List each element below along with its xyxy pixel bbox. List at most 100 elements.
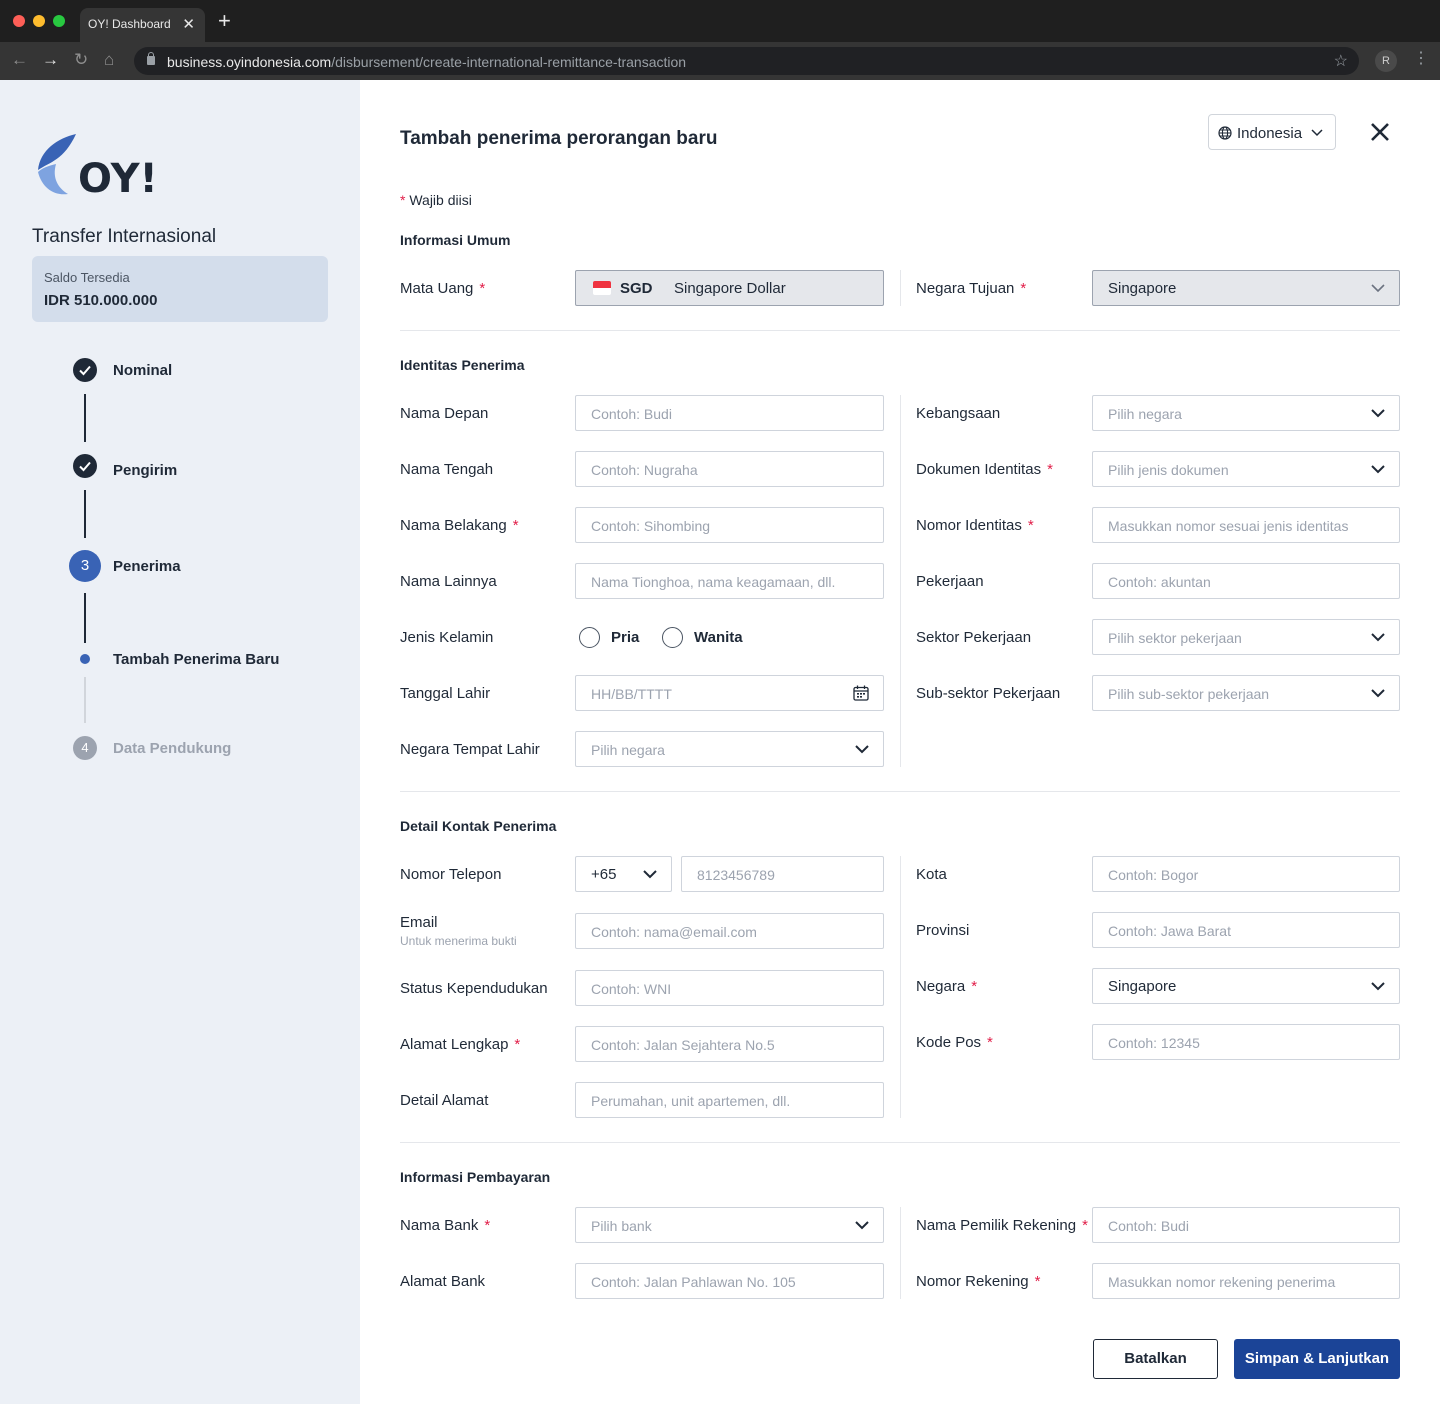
phone-number-input[interactable]: 8123456789 [681, 856, 884, 892]
new-tab-icon[interactable]: + [218, 10, 231, 32]
step-data-pendukung[interactable]: Data Pendukung [113, 740, 231, 757]
column-divider [900, 270, 901, 306]
tab-title: OY! Dashboard [88, 17, 171, 31]
country-label: Negara * [916, 978, 978, 995]
first-name-input[interactable]: Contoh: Budi [575, 395, 884, 431]
currency-field: SGD Singapore Dollar [575, 270, 884, 306]
chevron-down-icon [1311, 129, 1323, 137]
step-penerima[interactable]: Penerima [113, 558, 181, 575]
close-icon[interactable] [1369, 121, 1391, 143]
url-text: business.oyindonesia.com/disbursement/cr… [167, 54, 687, 70]
account-holder-input[interactable]: Contoh: Budi [1092, 1207, 1400, 1243]
address-detail-label: Detail Alamat [400, 1092, 489, 1109]
sector-label: Sektor Pekerjaan [916, 629, 1032, 646]
nationality-select[interactable]: Pilih negara [1092, 395, 1400, 431]
gender-radio-pria[interactable] [579, 627, 600, 648]
back-icon[interactable]: ← [11, 50, 28, 70]
browser-tab-strip: OY! Dashboard ✕ + [0, 0, 1440, 42]
tab-close-icon[interactable]: ✕ [182, 15, 195, 33]
destination-select: Singapore [1092, 270, 1400, 306]
province-input[interactable]: Contoh: Jawa Barat [1092, 912, 1400, 948]
required-note: * Wajib diisi [400, 192, 472, 208]
birth-country-select[interactable]: Pilih negara [575, 731, 884, 767]
currency-label: Mata Uang * [400, 280, 486, 297]
step-connector [84, 677, 86, 723]
city-input[interactable]: Contoh: Bogor [1092, 856, 1400, 892]
step-connector [84, 593, 86, 643]
nationality-label: Kebangsaan [916, 405, 1001, 422]
address-input[interactable]: Contoh: Jalan Sejahtera No.5 [575, 1026, 884, 1062]
home-icon[interactable]: ⌂ [104, 50, 114, 70]
step-connector [84, 490, 86, 538]
country-select[interactable]: Singapore [1092, 968, 1400, 1004]
gender-option-pria[interactable]: Pria [611, 629, 639, 646]
birth-date-input[interactable]: HH/BB/TTTT [575, 675, 884, 711]
gender-radio-wanita[interactable] [662, 627, 683, 648]
step-done-check-icon [73, 358, 97, 382]
section-divider [400, 1142, 1400, 1143]
substep-tambah-penerima[interactable]: Tambah Penerima Baru [113, 651, 279, 668]
reload-icon[interactable]: ↻ [74, 50, 88, 70]
forward-icon[interactable]: → [42, 50, 59, 70]
window-maximize-dot[interactable] [53, 15, 65, 27]
sub-sector-select[interactable]: Pilih sub-sektor pekerjaan [1092, 675, 1400, 711]
browser-tab[interactable]: OY! Dashboard ✕ [80, 8, 205, 42]
lock-icon [147, 52, 155, 65]
column-divider [900, 1207, 901, 1299]
window-minimize-dot[interactable] [33, 15, 45, 27]
step-connector [84, 394, 86, 442]
account-number-label: Nomor Rekening * [916, 1273, 1041, 1290]
sub-sector-label: Sub-sektor Pekerjaan [916, 685, 1061, 702]
email-sublabel: Untuk menerima bukti [400, 934, 517, 948]
currency-code: SGD [620, 280, 653, 297]
email-input[interactable]: Contoh: nama@email.com [575, 913, 884, 949]
step-number-3: 3 [69, 550, 101, 582]
address-label: Alamat Lengkap * [400, 1036, 521, 1053]
gender-option-wanita[interactable]: Wanita [694, 629, 743, 646]
chevron-down-icon [855, 745, 869, 754]
step-pengirim[interactable]: Pengirim [113, 462, 177, 479]
id-number-input[interactable]: Masukkan nomor sesuai jenis identitas [1092, 507, 1400, 543]
currency-name: Singapore Dollar [674, 280, 786, 297]
bank-name-select[interactable]: Pilih bank [575, 1207, 884, 1243]
page-title: Tambah penerima perorangan baru [400, 128, 718, 149]
last-name-label: Nama Belakang * [400, 517, 519, 534]
column-divider [900, 395, 901, 767]
other-name-input[interactable]: Nama Tionghoa, nama keagamaan, dll. [575, 563, 884, 599]
phone-code-select[interactable]: +65 [575, 856, 672, 892]
window-close-dot[interactable] [13, 15, 25, 27]
balance-value: IDR 510.000.000 [44, 292, 158, 309]
account-holder-label: Nama Pemilik Rekening * [916, 1217, 1088, 1234]
id-document-select[interactable]: Pilih jenis dokumen [1092, 451, 1400, 487]
step-number-4: 4 [73, 736, 97, 760]
save-continue-button[interactable]: Simpan & Lanjutkan [1234, 1339, 1400, 1379]
middle-name-label: Nama Tengah [400, 461, 494, 478]
column-divider [900, 856, 901, 1118]
gender-label: Jenis Kelamin [400, 629, 494, 646]
section-divider [400, 330, 1400, 331]
profile-avatar[interactable]: R [1375, 50, 1397, 72]
calendar-icon[interactable] [853, 685, 869, 701]
destination-label: Negara Tujuan * [916, 280, 1027, 297]
chevron-down-icon [1371, 689, 1385, 698]
language-select[interactable]: Indonesia [1208, 114, 1336, 150]
browser-menu-icon[interactable]: ⋮ [1413, 51, 1429, 67]
postal-input[interactable]: Contoh: 12345 [1092, 1024, 1400, 1060]
last-name-input[interactable]: Contoh: Sihombing [575, 507, 884, 543]
bookmark-star-icon[interactable]: ☆ [1334, 51, 1348, 71]
address-detail-input[interactable]: Perumahan, unit apartemen, dll. [575, 1082, 884, 1118]
postal-label: Kode Pos * [916, 1034, 993, 1051]
address-bar[interactable]: business.oyindonesia.com/disbursement/cr… [134, 47, 1359, 75]
cancel-button[interactable]: Batalkan [1093, 1339, 1218, 1379]
chevron-down-icon [1371, 465, 1385, 474]
residency-input[interactable]: Contoh: WNI [575, 970, 884, 1006]
step-nominal[interactable]: Nominal [113, 362, 172, 379]
other-name-label: Nama Lainnya [400, 573, 497, 590]
section-divider [400, 791, 1400, 792]
occupation-input[interactable]: Contoh: akuntan [1092, 563, 1400, 599]
oy-logo: OY! [38, 134, 158, 198]
account-number-input[interactable]: Masukkan nomor rekening penerima [1092, 1263, 1400, 1299]
middle-name-input[interactable]: Contoh: Nugraha [575, 451, 884, 487]
bank-address-input[interactable]: Contoh: Jalan Pahlawan No. 105 [575, 1263, 884, 1299]
sector-select[interactable]: Pilih sektor pekerjaan [1092, 619, 1400, 655]
